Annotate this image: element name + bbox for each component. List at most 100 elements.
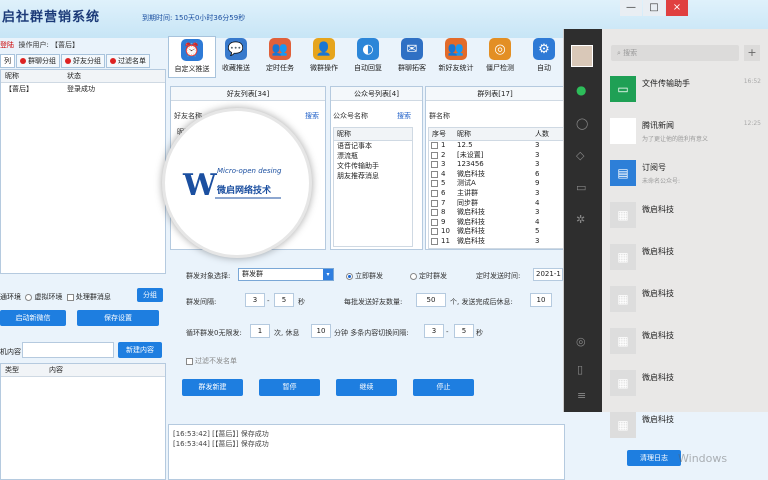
content-input[interactable] xyxy=(22,342,114,358)
table-row[interactable]: 【蔷后】 登录成功 xyxy=(1,83,165,95)
table-row[interactable]: 7 同步群 4 xyxy=(429,199,563,209)
table-row[interactable]: 9 微启科技 4 xyxy=(429,218,563,228)
col-nickname: 昵称 xyxy=(5,72,19,80)
chat-list-item[interactable]: ▦ 微启科技 xyxy=(602,363,768,403)
table-row[interactable]: 10 微启科技 5 xyxy=(429,227,563,237)
timed-send-option[interactable]: 定时群发 xyxy=(410,271,447,281)
save-settings-button[interactable]: 保存设置 xyxy=(77,310,159,326)
table-row[interactable]: 11 微启科技 3 xyxy=(429,237,563,247)
chat-list-item[interactable]: ▦ 微启科技 xyxy=(602,279,768,319)
search-input[interactable]: ⌕ 搜索 xyxy=(611,45,739,61)
contacts-icon[interactable]: ◯ xyxy=(576,117,588,130)
group-count: 3 xyxy=(535,150,540,159)
filter-option[interactable]: 过滤不发名单 xyxy=(186,356,237,366)
toolbar-item[interactable]: 👤 微群操作 xyxy=(300,36,348,73)
chat-list-item[interactable]: ▦ 微启科技 xyxy=(602,237,768,277)
table-row[interactable]: 3 123456 3 xyxy=(429,160,563,170)
toolbar-item[interactable]: ✉ 群聊拓客 xyxy=(388,36,436,73)
table-row[interactable]: 8 微启科技 3 xyxy=(429,208,563,218)
toolbar-item[interactable]: ◐ 自动回复 xyxy=(344,36,392,73)
minimize-button[interactable]: — xyxy=(620,0,642,16)
avatar[interactable] xyxy=(571,45,593,67)
chat-list-item[interactable]: ▤ 订阅号 未命名公众号: xyxy=(602,153,768,193)
chat-list-item[interactable]: ▦ 微启科技 xyxy=(602,195,768,235)
start-wechat-button[interactable]: 启动新微信 xyxy=(0,310,66,326)
stop-button[interactable]: 停止 xyxy=(413,379,474,396)
chat-time: 16:52 xyxy=(743,78,761,85)
interval-max-input[interactable]: 5 xyxy=(274,293,294,307)
tab-group-chat[interactable]: 群聊分组 xyxy=(16,54,60,68)
official-search-button[interactable]: 搜索 xyxy=(397,111,411,121)
gear-icon[interactable]: ✲ xyxy=(576,213,585,226)
row-checkbox[interactable] xyxy=(431,189,438,197)
row-checkbox[interactable] xyxy=(431,170,438,178)
add-button[interactable]: + xyxy=(744,45,760,61)
close-button[interactable]: × xyxy=(666,0,688,16)
list-item[interactable]: 文件传输助手 xyxy=(334,161,412,171)
table-row[interactable]: 5 测试A 9 xyxy=(429,179,563,189)
batch-count-input[interactable]: 50 xyxy=(416,293,446,307)
continue-button[interactable]: 继续 xyxy=(336,379,397,396)
filter-checkbox[interactable] xyxy=(186,357,193,365)
chat-list-item[interactable]: ◍ 腾讯新闻 为了更让他的胜利有意义 12:25 xyxy=(602,111,768,151)
new-content-button[interactable]: 新建内容 xyxy=(118,342,162,358)
interval-min-input[interactable]: 3 xyxy=(245,293,265,307)
list-item[interactable]: 漂流瓶 xyxy=(334,151,412,161)
toolbar-item[interactable]: ◎ 僵尸检测 xyxy=(476,36,524,73)
chat-list-item[interactable]: ▭ 文件传输助手 16:52 xyxy=(602,69,768,109)
send-new-button[interactable]: 群发新建 xyxy=(182,379,243,396)
menu-icon[interactable]: ≡ xyxy=(577,389,586,402)
row-checkbox[interactable] xyxy=(431,199,438,207)
table-row[interactable]: 6 主讲群 3 xyxy=(429,189,563,199)
mini-program-icon[interactable]: ◎ xyxy=(576,335,586,348)
list-item[interactable]: 朋友推荐消息 xyxy=(334,171,412,181)
timed-send-time-input[interactable]: 2021-1 xyxy=(533,268,563,281)
switch-max-input[interactable]: 5 xyxy=(454,324,474,338)
clear-log-button[interactable]: 清理日志 xyxy=(627,450,681,466)
tab-filter-list[interactable]: 过滤名单 xyxy=(106,54,150,68)
chat-list-item[interactable]: ▦ 微启科技 xyxy=(602,405,768,445)
row-checkbox[interactable] xyxy=(431,228,438,236)
send-now-option[interactable]: 立即群发 xyxy=(346,271,383,281)
switch-min-input[interactable]: 3 xyxy=(424,324,444,338)
row-checkbox[interactable] xyxy=(431,180,438,188)
toolbar-item[interactable]: 💬 收藏推送 xyxy=(212,36,260,73)
row-checkbox[interactable] xyxy=(431,218,438,226)
timed-send-radio[interactable] xyxy=(410,272,417,280)
tab-list[interactable]: 列 xyxy=(0,54,15,68)
send-now-radio[interactable] xyxy=(346,272,353,280)
row-checkbox[interactable] xyxy=(431,209,438,217)
row-checkbox[interactable] xyxy=(431,161,438,169)
toolbar-item[interactable]: ⚙ 自动 xyxy=(520,36,568,73)
table-row[interactable]: 4 微启科技 6 xyxy=(429,170,563,180)
phone-icon[interactable]: ▯ xyxy=(577,363,583,376)
tab-friend-group[interactable]: 好友分组 xyxy=(61,54,105,68)
rest-input[interactable]: 10 xyxy=(530,293,552,307)
row-checkbox[interactable] xyxy=(431,237,438,245)
loop-rest-input[interactable]: 10 xyxy=(311,324,331,338)
list-item[interactable]: 语音记事本 xyxy=(334,141,412,151)
toolbar-item[interactable]: ⏰ 自定义推送 xyxy=(168,36,216,78)
handle-group-msg-checkbox[interactable] xyxy=(66,293,74,301)
toolbar-item[interactable]: 👥 新好友统计 xyxy=(432,36,480,73)
group-button[interactable]: 分组 xyxy=(137,288,163,302)
target-select-dropdown[interactable]: 群发群 ▾ xyxy=(238,268,334,281)
chat-list-item[interactable]: ▦ 微启科技 xyxy=(602,321,768,361)
table-row[interactable]: 2 [未设置] 3 xyxy=(429,151,563,161)
table-row[interactable]: 1 12.5 3 xyxy=(429,141,563,151)
chat-icon[interactable]: ● xyxy=(576,83,586,97)
folder-icon[interactable]: ▭ xyxy=(576,181,586,194)
chat-sub: 未命名公众号: xyxy=(642,178,681,185)
group-name: 12.5 xyxy=(457,141,473,149)
friend-search-button[interactable]: 搜索 xyxy=(305,111,319,121)
pause-button[interactable]: 暂停 xyxy=(259,379,320,396)
maximize-button[interactable]: □ xyxy=(643,0,665,16)
group-name: 测试A xyxy=(457,179,476,188)
row-checkbox[interactable] xyxy=(431,151,438,159)
toolbar-item[interactable]: 👥 定时任务 xyxy=(256,36,304,73)
box-icon[interactable]: ◇ xyxy=(576,149,584,162)
virtual-env-radio[interactable] xyxy=(25,293,33,301)
mode-normal[interactable]: 通环境 xyxy=(0,293,21,301)
row-checkbox[interactable] xyxy=(431,142,438,149)
loop-count-input[interactable]: 1 xyxy=(250,324,270,338)
